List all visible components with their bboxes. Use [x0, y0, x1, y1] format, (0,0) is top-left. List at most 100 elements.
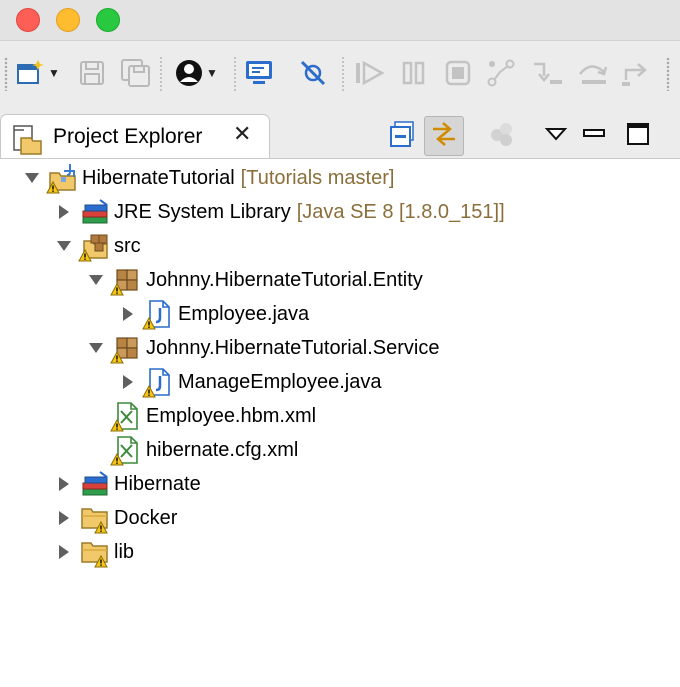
terminate-icon [444, 59, 472, 87]
resume-button[interactable] [354, 55, 386, 91]
close-icon[interactable]: ✕ [233, 123, 251, 145]
resume-icon [354, 59, 386, 87]
tree-item-label: lib [114, 540, 135, 563]
tree-item-label: Employee.java [178, 302, 310, 325]
save-icon [78, 59, 106, 87]
perspective-button[interactable]: ▼ [174, 55, 218, 91]
tree-item-label: Employee.hbm.xml [146, 404, 317, 427]
tree-item-employee-hbm-xml[interactable]: Employee.hbm.xml [84, 399, 316, 433]
tree-item-label: HibernateTutorial [82, 166, 235, 189]
folder-icon [80, 503, 110, 534]
tree-item-label: Johnny.HibernateTutorial.Entity [146, 268, 423, 291]
view-tab-row: Project Explorer ✕ [0, 108, 680, 160]
tree-item-jre-system-library[interactable]: JRE System Library [Java SE 8 [1.8.0_151… [52, 195, 505, 229]
view-menu-button[interactable] [536, 116, 576, 156]
package-icon [110, 265, 142, 296]
minimize-icon [582, 127, 606, 145]
java-file-icon [142, 367, 174, 398]
collapse-all-icon [388, 120, 416, 153]
toolbar-separator [160, 57, 162, 91]
title-bar [0, 0, 680, 40]
console-button[interactable] [244, 55, 274, 91]
monitor-icon [244, 59, 274, 87]
library-icon [80, 469, 110, 499]
disconnect-icon [486, 58, 516, 88]
expanded-icon[interactable] [84, 268, 108, 292]
tree-item-employee-java[interactable]: Employee.java [116, 297, 309, 331]
skip-breakpoints-icon [298, 58, 328, 88]
tree-item-hibernatetutorial[interactable]: HibernateTutorial [Tutorials master] [20, 161, 394, 195]
source-folder-icon [78, 231, 110, 262]
focus-icon [487, 119, 517, 154]
tree-item-lib[interactable]: lib [52, 535, 134, 569]
step-return-button[interactable] [620, 55, 654, 91]
step-over-icon [576, 58, 610, 88]
link-with-editor-button[interactable] [424, 116, 464, 156]
collapsed-icon[interactable] [52, 540, 76, 564]
maximize-view-button[interactable] [618, 116, 658, 156]
save-all-icon [120, 58, 152, 88]
minimize-window-button[interactable] [56, 8, 80, 32]
java-project-icon [46, 163, 78, 194]
tree-item-entity-package[interactable]: Johnny.HibernateTutorial.Entity [84, 263, 423, 297]
toolbar-separator [234, 57, 236, 91]
close-window-button[interactable] [16, 8, 40, 32]
person-icon [174, 58, 204, 88]
view-menu-icon [544, 126, 568, 147]
tree-item-hibernate-cfg-xml[interactable]: hibernate.cfg.xml [84, 433, 298, 467]
tree-item-manageemployee-java[interactable]: ManageEmployee.java [116, 365, 381, 399]
step-over-button[interactable] [576, 55, 610, 91]
tree-item-label: ManageEmployee.java [178, 370, 382, 393]
xml-file-icon [110, 401, 142, 432]
link-with-editor-icon [429, 119, 459, 154]
step-into-icon [530, 58, 564, 88]
expanded-icon[interactable] [20, 166, 44, 190]
toolbar-grip[interactable] [666, 57, 670, 91]
tab-project-explorer[interactable]: Project Explorer ✕ [0, 114, 270, 160]
save-all-button[interactable] [120, 55, 152, 91]
collapsed-icon[interactable] [52, 200, 76, 224]
chevron-down-icon: ▼ [206, 66, 218, 80]
collapsed-icon[interactable] [116, 302, 140, 326]
tree-item-hibernate-library[interactable]: Hibernate [52, 467, 201, 501]
new-wizard-icon [16, 59, 46, 87]
tree-item-src[interactable]: src [52, 229, 141, 263]
save-button[interactable] [78, 55, 106, 91]
project-explorer-icon [11, 124, 43, 161]
maximize-window-button[interactable] [96, 8, 120, 32]
collapsed-icon[interactable] [52, 506, 76, 530]
maximize-icon [626, 122, 650, 151]
focus-button[interactable] [482, 116, 522, 156]
skip-breakpoints-button[interactable] [298, 55, 328, 91]
xml-file-icon [110, 435, 142, 466]
tree-item-label: src [114, 234, 141, 257]
step-into-button[interactable] [530, 55, 564, 91]
collapsed-icon[interactable] [116, 370, 140, 394]
tree-item-service-package[interactable]: Johnny.HibernateTutorial.Service [84, 331, 439, 365]
tree-item-label: JRE System Library [114, 200, 291, 223]
new-wizard-button[interactable]: ▼ [16, 55, 60, 91]
minimize-view-button[interactable] [574, 116, 614, 156]
collapse-all-button[interactable] [382, 116, 422, 156]
terminate-button[interactable] [444, 55, 472, 91]
package-icon [110, 333, 142, 364]
suspend-button[interactable] [400, 55, 428, 91]
collapsed-icon[interactable] [52, 472, 76, 496]
main-toolbar: ▼ ▼ [0, 40, 680, 109]
tree-item-label: Hibernate [114, 472, 201, 495]
disconnect-button[interactable] [486, 55, 516, 91]
step-return-icon [620, 58, 654, 88]
library-icon [80, 197, 110, 227]
tree-item-label: hibernate.cfg.xml [146, 438, 299, 461]
toolbar-grip[interactable] [4, 57, 8, 91]
folder-icon [80, 537, 110, 568]
jre-version-decoration: [Java SE 8 [1.8.0_151]] [296, 200, 505, 223]
git-branch-decoration: [Tutorials master] [240, 166, 395, 189]
expanded-icon[interactable] [52, 234, 76, 258]
expanded-icon[interactable] [84, 336, 108, 360]
tree-item-docker[interactable]: Docker [52, 501, 177, 535]
chevron-down-icon: ▼ [48, 66, 60, 80]
java-file-icon [142, 299, 174, 330]
